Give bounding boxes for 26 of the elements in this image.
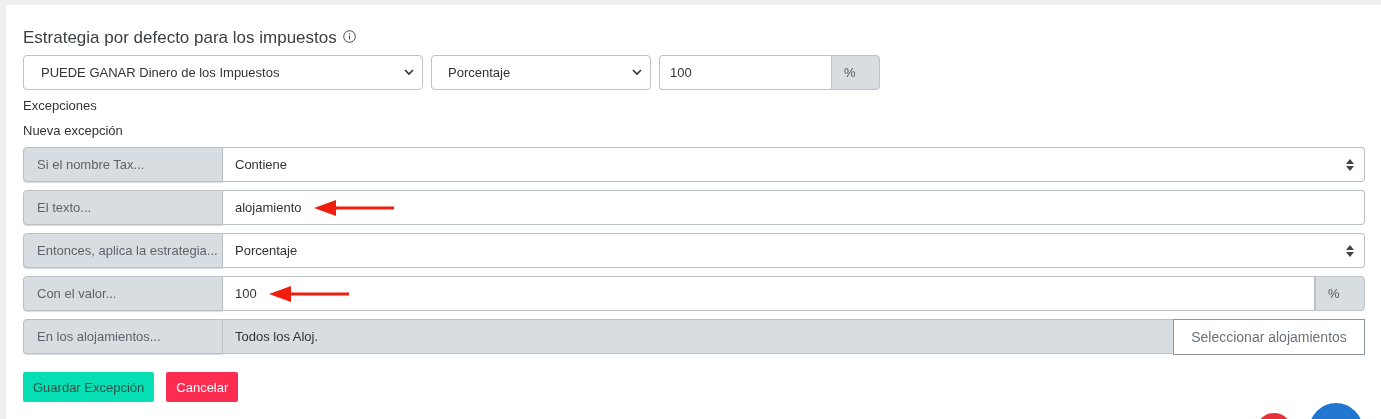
sort-icon [1346,158,1354,171]
exceptions-label: Excepciones [23,98,98,115]
accommodations-value: Todos los Aloj. [223,319,1173,354]
field-label: El texto... [23,190,223,225]
unit-addon: % [831,55,880,90]
sort-icon [1346,244,1354,257]
value-input[interactable]: 100 [659,55,831,90]
type-select[interactable]: Porcentaje [431,55,651,90]
text-input[interactable]: alojamiento [223,190,1365,225]
strategy-select[interactable]: PUEDE GANAR Dinero de los Impuestos [23,55,423,90]
cancel-button[interactable]: Cancelar [166,372,239,402]
section-title: Estrategia por defecto para los impuestos [23,28,337,48]
field-label: Entonces, aplica la estrategia... [23,233,223,268]
field-label: En los alojamientos... [23,319,223,354]
select-accommodations-button[interactable]: Seleccionar alojamientos [1173,319,1365,355]
select-field[interactable]: Porcentaje [223,233,1365,268]
field-label: Con el valor... [23,276,223,311]
chevron-down-icon [632,69,642,76]
select-field[interactable]: Contiene [223,147,1365,182]
chevron-down-icon [404,69,414,76]
unit-addon: % [1315,276,1365,311]
save-button[interactable]: Guardar Excepción [23,372,155,402]
field-label: Si el nombre Tax... [23,147,223,182]
info-icon [342,29,356,43]
value-input[interactable]: 100 [223,276,1315,311]
new-exception-label: Nueva excepción [23,123,124,140]
